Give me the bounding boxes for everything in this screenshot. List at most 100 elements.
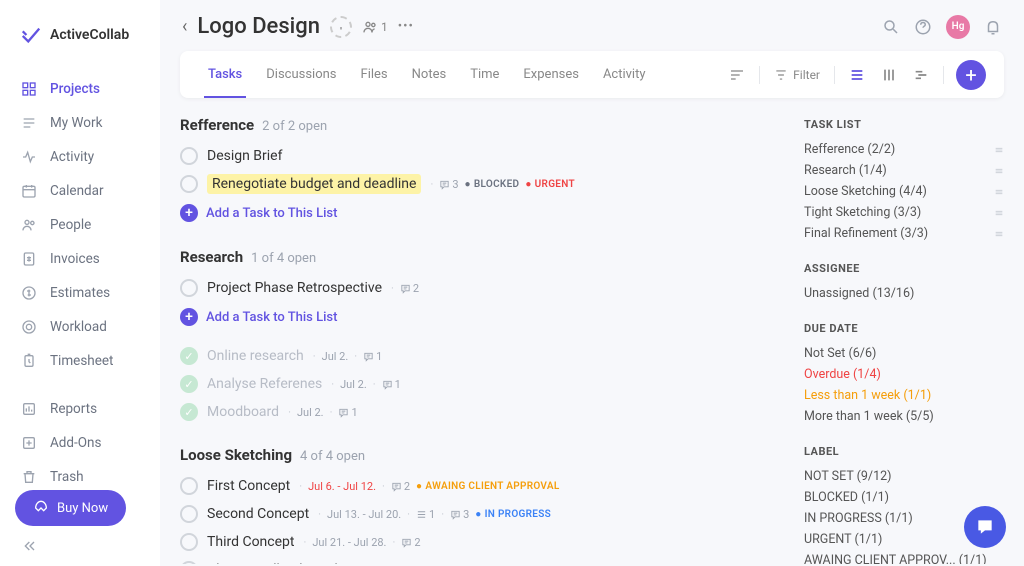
list-view-icon[interactable] (847, 65, 867, 85)
filter-item[interactable]: Final Refinement (3/3) (804, 223, 1004, 244)
back-button[interactable]: ‹ (182, 16, 187, 37)
sidebar-item-estimates[interactable]: Estimates (0, 276, 160, 310)
task-row[interactable]: First Concept·Jul 6. - Jul 12.·2AWAING C… (180, 472, 784, 500)
more-icon[interactable]: ••• (398, 19, 414, 34)
tab-expenses[interactable]: Expenses (513, 51, 589, 98)
list-count: 1 of 4 open (251, 251, 316, 266)
filter-item[interactable]: Tight Sketching (3/3) (804, 202, 1004, 223)
nav-icon (20, 468, 38, 486)
tab-discussions[interactable]: Discussions (256, 51, 346, 98)
nav-label: People (50, 217, 91, 233)
tab-tasks[interactable]: Tasks (198, 51, 252, 98)
filter-item[interactable]: Overdue (1/4) (804, 364, 1004, 385)
filter-item[interactable]: AWAING CLIENT APPROV... (1/1) (804, 550, 1004, 564)
add-task-button[interactable]: +Add a Task to This List (180, 302, 784, 332)
task-row[interactable]: Client Feedback Analysis· (180, 556, 784, 564)
tab-notes[interactable]: Notes (402, 51, 457, 98)
chat-fab[interactable] (964, 506, 1006, 548)
task-row[interactable]: Project Phase Retrospective·2 (180, 274, 784, 302)
task-checkbox[interactable] (180, 477, 198, 495)
nav-label: Trash (50, 469, 84, 485)
task-checkbox[interactable] (180, 147, 198, 165)
task-row[interactable]: ✓Analyse Referenes·Jul 2.·1 (180, 370, 784, 398)
sort-icon[interactable] (727, 65, 747, 85)
task-checkbox[interactable] (180, 505, 198, 523)
filter-section: TASK LISTRefference (2/2)Research (1/4)L… (804, 118, 1004, 244)
sidebar-item-add-ons[interactable]: Add-Ons (0, 426, 160, 460)
filter-item[interactable]: BLOCKED (1/1) (804, 487, 1004, 508)
task-checkbox[interactable] (180, 279, 198, 297)
filter-button[interactable]: Filter (772, 66, 822, 84)
collapse-sidebar-icon[interactable] (22, 538, 38, 554)
comment-count: 1 (338, 406, 357, 419)
tab-activity[interactable]: Activity (593, 51, 656, 98)
comment-count: 1 (363, 350, 382, 363)
filter-item[interactable]: Refference (2/2) (804, 139, 1004, 160)
task-checkbox[interactable] (180, 533, 198, 551)
filter-item[interactable]: Loose Sketching (4/4) (804, 181, 1004, 202)
sidebar-item-projects[interactable]: Projects (0, 72, 160, 106)
comment-count: 3 (439, 178, 458, 191)
task-date: Jul 2. (322, 350, 349, 363)
filter-item[interactable]: Less than 1 week (1/1) (804, 385, 1004, 406)
sidebar-item-activity[interactable]: Activity (0, 140, 160, 174)
task-checkbox-done[interactable]: ✓ (180, 403, 198, 421)
info-icon[interactable] (330, 16, 352, 38)
filter-item[interactable]: Not Set (6/6) (804, 343, 1004, 364)
buy-now-button[interactable]: Buy Now (15, 490, 126, 526)
task-row[interactable]: Second Concept·Jul 13. - Jul 20.·1·3IN P… (180, 500, 784, 528)
task-row[interactable]: ✓Online research·Jul 2.·1 (180, 342, 784, 370)
drag-icon[interactable] (994, 208, 1004, 218)
sidebar-item-workload[interactable]: Workload (0, 310, 160, 344)
filter-item[interactable]: Research (1/4) (804, 160, 1004, 181)
sidebar-item-people[interactable]: People (0, 208, 160, 242)
filter-item[interactable]: Unassigned (13/16) (804, 283, 1004, 304)
search-icon[interactable] (882, 18, 900, 36)
task-row[interactable]: ✓Moodboard·Jul 2.·1 (180, 398, 784, 426)
drag-icon[interactable] (994, 229, 1004, 239)
avatar[interactable]: Hg (946, 15, 970, 39)
filter-item[interactable]: More than 1 week (5/5) (804, 406, 1004, 427)
sidebar-item-reports[interactable]: Reports (0, 392, 160, 426)
people-count[interactable]: 1 (362, 19, 388, 35)
add-task-button[interactable]: +Add a Task to This List (180, 198, 784, 228)
sidebar-item-calendar[interactable]: Calendar (0, 174, 160, 208)
list-name: Refference (180, 116, 254, 134)
nav-icon (20, 352, 38, 370)
task-row[interactable]: Renegotiate budget and deadline·3BLOCKED… (180, 170, 784, 198)
list-count: 2 of 2 open (262, 119, 327, 134)
sidebar-item-invoices[interactable]: Invoices (0, 242, 160, 276)
filter-item[interactable]: NOT SET (9/12) (804, 466, 1004, 487)
drag-icon[interactable] (994, 187, 1004, 197)
task-checkbox[interactable] (180, 561, 198, 564)
task-list: Research1 of 4 openProject Phase Retrosp… (180, 248, 784, 426)
drag-icon[interactable] (994, 145, 1004, 155)
add-button[interactable]: + (956, 60, 986, 90)
task-name: Moodboard (207, 404, 279, 420)
filter-section: DUE DATENot Set (6/6)Overdue (1/4)Less t… (804, 322, 1004, 427)
sidebar-item-my-work[interactable]: My Work (0, 106, 160, 140)
task-date: Jul 2. (297, 406, 324, 419)
task-name: Project Phase Retrospective (207, 280, 382, 296)
tab-files[interactable]: Files (351, 51, 398, 98)
nav-label: Activity (50, 149, 94, 165)
tab-time[interactable]: Time (460, 51, 509, 98)
sidebar-item-trash[interactable]: Trash (0, 460, 160, 494)
task-checkbox[interactable] (180, 175, 198, 193)
timeline-view-icon[interactable] (911, 65, 931, 85)
list-name: Loose Sketching (180, 446, 292, 464)
task-checkbox-done[interactable]: ✓ (180, 375, 198, 393)
task-checkbox-done[interactable]: ✓ (180, 347, 198, 365)
drag-icon[interactable] (994, 166, 1004, 176)
column-view-icon[interactable] (879, 65, 899, 85)
status-badge: IN PROGRESS (475, 509, 551, 520)
brand[interactable]: ActiveCollab (0, 16, 160, 64)
task-lists: Refference 2 of 2 open Design BriefRenegot… (180, 116, 784, 564)
bell-icon[interactable] (984, 18, 1002, 36)
help-icon[interactable] (914, 18, 932, 36)
task-row[interactable]: Third Concept·Jul 21. - Jul 28.·2 (180, 528, 784, 556)
comment-count: 1 (382, 378, 401, 391)
filter-panel: TASK LISTRefference (2/2)Research (1/4)L… (804, 116, 1004, 564)
sidebar-item-timesheet[interactable]: Timesheet (0, 344, 160, 378)
task-row[interactable]: Design Brief (180, 142, 784, 170)
